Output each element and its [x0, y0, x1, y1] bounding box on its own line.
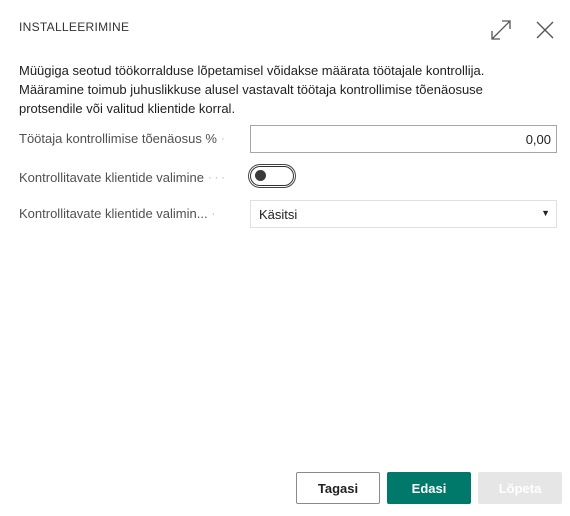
label-dots: · [211, 207, 219, 220]
label-dots: · [221, 132, 228, 145]
probability-label-row: Töötaja kontrollimise tõenäosus % · [19, 131, 228, 146]
back-button[interactable]: Tagasi [296, 472, 380, 504]
setup-dialog: INSTALLEERIMINE Müügiga seotud töökorral… [0, 0, 570, 516]
client-selection-label-row: Kontrollitavate klientide valimine ··· [19, 170, 228, 185]
expand-icon [490, 19, 512, 41]
selection-method-label: Kontrollitavate klientide valimin... [19, 206, 208, 221]
next-button[interactable]: Edasi [387, 472, 471, 504]
selection-method-value: Käsitsi [259, 206, 298, 222]
chevron-down-icon: ▼ [541, 208, 550, 218]
client-selection-toggle[interactable] [250, 166, 294, 186]
close-button[interactable] [531, 16, 559, 44]
client-selection-label: Kontrollitavate klientide valimine [19, 170, 204, 185]
intro-text: Müügiga seotud töökorralduse lõpetamisel… [19, 63, 485, 116]
finish-button[interactable]: Lõpeta [478, 472, 562, 504]
toggle-knob [255, 170, 266, 181]
selection-method-label-row: Kontrollitavate klientide valimin... · [19, 206, 218, 221]
label-dots: ··· [207, 171, 228, 184]
probability-input[interactable] [250, 125, 557, 153]
close-icon [535, 20, 555, 40]
selection-method-select[interactable]: Käsitsi ▼ [250, 200, 557, 228]
probability-label: Töötaja kontrollimise tõenäosus % [19, 131, 217, 146]
expand-button[interactable] [487, 16, 515, 44]
dialog-title: INSTALLEERIMINE [19, 20, 130, 34]
